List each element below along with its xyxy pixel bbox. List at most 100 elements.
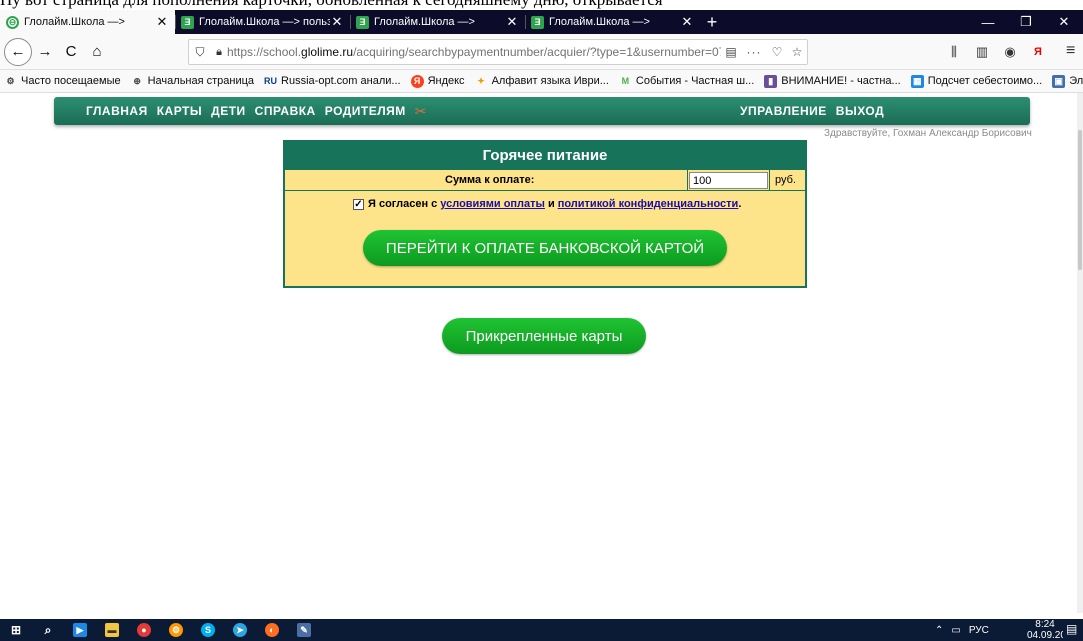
taskbar-app[interactable]: ✎	[288, 619, 320, 641]
navigation-bar: ← → C ⌂ ⛉ 🔒︎ https://school.glolime.ru/a…	[0, 34, 1083, 70]
taskbar-app[interactable]: ▶	[64, 619, 96, 641]
bookmark-star-icon[interactable]: ☆	[787, 45, 807, 59]
back-button[interactable]: ←	[4, 37, 32, 66]
forward-button[interactable]: →	[32, 39, 58, 65]
menu-parents[interactable]: Родителям	[325, 104, 406, 118]
pay-by-card-button[interactable]: ПЕРЕЙТИ К ОПЛАТЕ БАНКОВСКОЙ КАРТОЙ	[363, 230, 727, 266]
yandex-icon: Я	[410, 74, 424, 88]
pocket-icon[interactable]: ♡	[767, 45, 787, 59]
tab-3[interactable]: Ǝ Глолайм.Школа —> ✕	[350, 10, 525, 34]
bookmarks-bar: ⚙ Часто посещаемые ⊕ Начальная страница RU…	[0, 70, 1083, 93]
menu-children[interactable]: Дети	[211, 104, 246, 118]
tab-bar: ⊖ Глолайм.Школа —> ✕ Ǝ Глолайм.Школа —> …	[0, 10, 1083, 34]
account-icon[interactable]: ◉	[996, 39, 1024, 65]
close-icon[interactable]: ✕	[505, 14, 519, 30]
menu-home[interactable]: Главная	[86, 104, 148, 118]
new-tab-button[interactable]: +	[700, 10, 724, 34]
network-icon[interactable]: ▭	[951, 625, 960, 636]
book-icon: ▮	[764, 74, 778, 88]
page-actions-icon[interactable]: ···	[741, 45, 767, 59]
bookmark-item[interactable]: Я Яндекс	[410, 74, 465, 88]
window-controls: — ❐ ✕	[969, 10, 1083, 34]
taskbar-app[interactable]: ●	[128, 619, 160, 641]
clipped-caption: Ну вот страница для пополнения карточки,…	[0, 0, 700, 9]
site-menu: Главная Карты Дети Справка Родителям ✂ У…	[54, 97, 1030, 125]
taskbar-app[interactable]: ➤	[224, 619, 256, 641]
bookmark-item[interactable]: M События - Частная ш...	[619, 75, 755, 88]
bookmark-item[interactable]: ▣Электронная запись ...	[1052, 74, 1083, 88]
agree-suffix: .	[738, 198, 742, 210]
tracking-shield-icon[interactable]: ⛉	[189, 45, 211, 60]
privacy-link[interactable]: политикой конфиденциальности	[558, 198, 739, 210]
bookmark-item[interactable]: ⚙ Часто посещаемые	[4, 75, 120, 88]
language-indicator[interactable]: РУС	[969, 625, 989, 636]
terms-link[interactable]: условиями оплаты	[440, 198, 545, 210]
media-icon: ▶	[73, 623, 87, 637]
clock-time: 8:24	[1035, 619, 1055, 630]
payment-panel: Горячее питание Сумма к оплате: руб. ✓ Я…	[283, 140, 807, 288]
minimize-button[interactable]: —	[969, 10, 1007, 34]
clock[interactable]: 8:24 04.09.2020	[1027, 619, 1063, 641]
home-button[interactable]: ⌂	[84, 39, 110, 65]
reader-view-icon[interactable]: ▤	[721, 45, 741, 59]
menu-cards[interactable]: Карты	[157, 104, 202, 118]
wrench-icon[interactable]: ✂	[415, 103, 427, 120]
taskbar-app[interactable]: ⚙	[160, 619, 192, 641]
tab-4[interactable]: Ǝ Глолайм.Школа —> ✕	[525, 10, 700, 34]
close-icon[interactable]: ✕	[330, 14, 344, 30]
glolime-favicon-icon: Ǝ	[531, 15, 544, 29]
attached-cards-button[interactable]: Прикрепленные карты	[442, 318, 646, 354]
menu-manage[interactable]: Управление	[740, 104, 827, 118]
url-text[interactable]: https://school.glolime.ru/acquiring/sear…	[227, 45, 721, 59]
taskbar-app[interactable]: S	[192, 619, 224, 641]
search-button[interactable]: ⌕	[32, 619, 64, 641]
bookmark-item[interactable]: ⊕ Начальная страница	[131, 75, 254, 88]
tab-title: Глолайм.Школа —>	[24, 16, 125, 28]
menu-logout[interactable]: Выход	[836, 104, 884, 118]
glolime-favicon-icon: Ǝ	[356, 15, 369, 29]
library-icon[interactable]: ⫼	[940, 39, 968, 65]
taskbar-app[interactable]: ◐	[256, 619, 288, 641]
tab-2[interactable]: Ǝ Глолайм.Школа —> пользо ✕	[175, 10, 350, 34]
bookmark-item[interactable]: ✦ Алфавит языка Иври...	[475, 75, 609, 88]
tab-title: Глолайм.Школа —> пользо	[199, 16, 330, 28]
bookmark-item[interactable]: ▮ ВНИМАНИЕ! - частна...	[764, 74, 901, 88]
gear-icon: ⚙	[6, 75, 15, 86]
close-icon[interactable]: ✕	[155, 14, 169, 30]
yandex-icon[interactable]: Я	[1024, 39, 1052, 65]
sidebar-icon[interactable]: ▥	[968, 39, 996, 65]
glolime-favicon-icon: ⊖	[6, 15, 19, 29]
toolbar-right: ⫼ ▥ ◉ Я	[940, 39, 1052, 65]
tab-1[interactable]: ⊖ Глолайм.Школа —> ✕	[0, 10, 175, 34]
amount-row: Сумма к оплате: руб.	[285, 170, 805, 191]
close-icon[interactable]: ✕	[680, 14, 694, 30]
scrollbar-thumb[interactable]	[1078, 130, 1082, 270]
search-icon: ⌕	[44, 622, 52, 637]
url-bar[interactable]: ⛉ 🔒︎ https://school.glolime.ru/acquiring…	[188, 39, 808, 65]
star-icon: ✦	[477, 75, 485, 86]
chevron-up-icon[interactable]: ⌃	[935, 625, 943, 636]
payment-title: Горячее питание	[285, 142, 805, 170]
clock-date: 04.09.2020	[1027, 630, 1063, 641]
m-icon: M	[621, 76, 630, 86]
menu-help[interactable]: Справка	[255, 104, 316, 118]
reload-button[interactable]: C	[58, 39, 84, 65]
bookmark-item[interactable]: ▦ Подсчет себестоимо...	[910, 74, 1042, 88]
calc-icon: ▦	[910, 74, 924, 88]
glolime-favicon-icon: Ǝ	[181, 15, 194, 29]
bookmark-item[interactable]: RU Russia-opt.com анали...	[264, 75, 401, 88]
site-menu-right: Управление Выход	[740, 104, 893, 118]
start-button[interactable]: ⊞	[0, 619, 32, 641]
lock-icon[interactable]: 🔒︎	[211, 46, 227, 59]
agree-checkbox[interactable]: ✓	[353, 198, 364, 210]
agreement-line: ✓ Я согласен с условиями оплаты и полити…	[353, 198, 741, 210]
currency-label: руб.	[775, 174, 796, 186]
cell-divider	[687, 170, 688, 190]
tab-title: Глолайм.Школа —>	[374, 16, 475, 28]
close-window-button[interactable]: ✕	[1045, 10, 1083, 34]
amount-input[interactable]	[689, 172, 768, 189]
notifications-icon[interactable]: ▤	[1066, 622, 1077, 636]
restore-button[interactable]: ❐	[1007, 10, 1045, 34]
taskbar-app[interactable]: ▬	[96, 619, 128, 641]
menu-icon[interactable]: ≡	[1066, 42, 1075, 60]
